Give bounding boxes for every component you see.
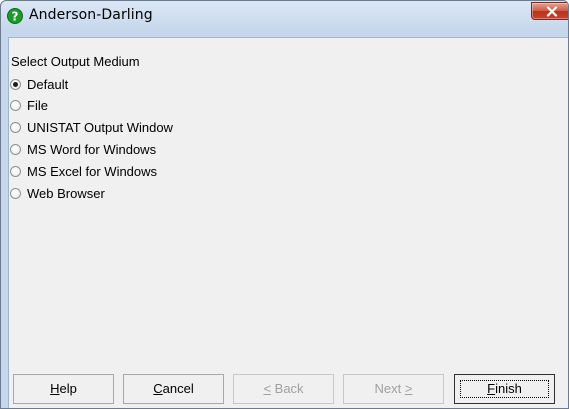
back-label: Back <box>271 381 304 396</box>
radio-label: UNISTAT Output Window <box>27 119 173 135</box>
help-label: elp <box>59 381 77 396</box>
output-medium-label: Select Output Medium <box>11 54 140 69</box>
radio-label: File <box>27 97 48 113</box>
radio-button[interactable] <box>10 78 21 90</box>
radio-default[interactable]: Default <box>10 75 68 93</box>
radio-label: MS Word for Windows <box>27 141 157 157</box>
radio-button[interactable] <box>10 143 21 155</box>
finish-button[interactable]: Finish <box>454 374 555 404</box>
cancel-mnemonic: C <box>153 381 163 396</box>
radio-file[interactable]: File <box>10 96 48 114</box>
dialog-body: Select Output Medium Default File UNISTA… <box>8 37 568 408</box>
radio-ms-excel[interactable]: MS Excel for Windows <box>10 162 157 180</box>
help-mnemonic: H <box>50 381 60 396</box>
radio-button[interactable] <box>10 121 21 133</box>
radio-button[interactable] <box>10 187 21 199</box>
radio-label: Web Browser <box>27 185 105 201</box>
window-title: Anderson-Darling <box>29 7 153 23</box>
close-icon <box>546 6 558 17</box>
dialog-window: ? Anderson-Darling Select Output Medium … <box>0 0 569 409</box>
radio-button[interactable] <box>10 165 21 177</box>
cancel-label: ancel <box>162 381 194 396</box>
radio-label: Default <box>27 76 69 92</box>
radio-label: MS Excel for Windows <box>27 163 158 179</box>
radio-web-browser[interactable]: Web Browser <box>10 184 105 202</box>
help-question-icon: ? <box>7 8 23 24</box>
title-bar[interactable]: ? Anderson-Darling <box>1 1 568 37</box>
back-mnemonic: < <box>263 381 272 396</box>
back-button[interactable]: < Back <box>233 374 334 404</box>
next-mnemonic: > <box>404 381 413 396</box>
focus-rectangle <box>460 380 549 398</box>
svg-text:?: ? <box>12 10 19 24</box>
radio-unistat-output-window[interactable]: UNISTAT Output Window <box>10 118 173 136</box>
next-label: Next <box>374 381 405 396</box>
close-button[interactable] <box>531 2 568 20</box>
radio-ms-word[interactable]: MS Word for Windows <box>10 140 156 158</box>
help-button[interactable]: Help <box>13 374 114 404</box>
radio-button[interactable] <box>10 99 21 111</box>
cancel-button[interactable]: Cancel <box>123 374 224 404</box>
radio-selected-dot <box>13 81 18 87</box>
next-button[interactable]: Next > <box>343 374 444 404</box>
